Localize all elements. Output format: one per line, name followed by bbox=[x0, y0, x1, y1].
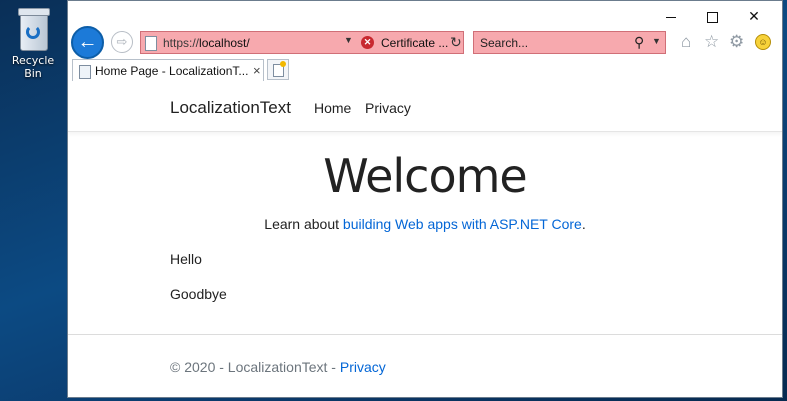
close-icon: ✕ bbox=[748, 8, 760, 24]
address-url[interactable]: https://localhost/ bbox=[163, 36, 250, 50]
footer-text: © 2020 - LocalizationText - bbox=[170, 359, 340, 375]
maximize-button[interactable] bbox=[694, 5, 730, 27]
certificate-error-label[interactable]: Certificate ... bbox=[381, 36, 448, 50]
minimize-button[interactable] bbox=[653, 5, 689, 27]
learn-prefix: Learn about bbox=[264, 216, 343, 232]
learn-suffix: . bbox=[581, 216, 586, 232]
new-tab-sparkle-icon bbox=[280, 61, 286, 67]
tab-strip: Home Page - LocalizationT... × bbox=[68, 59, 782, 81]
gear-icon[interactable]: ⚙ bbox=[729, 32, 744, 52]
tab-home-page[interactable]: Home Page - LocalizationT... × bbox=[72, 59, 264, 81]
browser-window: ✕ ← ⇨ https://localhost/ ▼ ✕ Certificate… bbox=[67, 0, 783, 398]
star-icon[interactable]: ☆ bbox=[704, 32, 719, 52]
recycle-bin-icon bbox=[16, 8, 50, 51]
site-navbar: LocalizationText Home Privacy bbox=[68, 81, 782, 132]
search-dropdown-icon[interactable]: ▼ bbox=[652, 36, 661, 46]
browser-navigation-bar: ← ⇨ https://localhost/ ▼ ✕ Certificate .… bbox=[68, 25, 782, 61]
goodbye-text: Goodbye bbox=[170, 286, 227, 302]
tab-close-icon[interactable]: × bbox=[253, 63, 261, 78]
footer-privacy-link[interactable]: Privacy bbox=[340, 359, 386, 375]
home-icon[interactable]: ⌂ bbox=[681, 32, 691, 52]
search-placeholder[interactable]: Search... bbox=[480, 36, 528, 50]
aspnet-docs-link[interactable]: building Web apps with ASP.NET Core bbox=[343, 216, 582, 232]
minimize-icon bbox=[666, 16, 676, 18]
page-content: LocalizationText Home Privacy Welcome Le… bbox=[68, 81, 782, 397]
back-button[interactable]: ← bbox=[71, 26, 104, 59]
page-icon bbox=[145, 36, 157, 51]
site-brand[interactable]: LocalizationText bbox=[170, 98, 291, 118]
forward-arrow-icon: ⇨ bbox=[116, 34, 128, 49]
maximize-icon bbox=[706, 11, 718, 23]
page-heading: Welcome bbox=[323, 149, 527, 203]
smiley-icon[interactable]: ☺ bbox=[755, 34, 771, 50]
back-arrow-icon: ← bbox=[77, 31, 98, 53]
hello-text: Hello bbox=[170, 251, 202, 267]
new-tab-button[interactable] bbox=[267, 59, 289, 80]
certificate-error-icon[interactable]: ✕ bbox=[361, 36, 374, 49]
nav-home-link[interactable]: Home bbox=[314, 100, 351, 116]
url-host: localhost/ bbox=[199, 36, 250, 50]
forward-button[interactable]: ⇨ bbox=[111, 31, 133, 53]
tab-title: Home Page - LocalizationT... bbox=[95, 64, 249, 78]
site-footer: © 2020 - LocalizationText - Privacy bbox=[170, 359, 386, 375]
learn-paragraph: Learn about building Web apps with ASP.N… bbox=[68, 216, 782, 232]
footer-divider bbox=[68, 334, 782, 335]
address-dropdown-icon[interactable]: ▼ bbox=[344, 35, 353, 45]
url-scheme: https:// bbox=[163, 36, 200, 50]
search-box[interactable]: Search... ⚲ ▼ bbox=[473, 31, 666, 54]
tab-favicon-icon bbox=[79, 65, 91, 79]
recycle-bin-shortcut[interactable]: Recycle Bin bbox=[2, 4, 64, 80]
close-window-button[interactable]: ✕ bbox=[736, 5, 772, 27]
search-icon[interactable]: ⚲ bbox=[634, 34, 644, 51]
nav-privacy-link[interactable]: Privacy bbox=[365, 100, 411, 116]
address-bar[interactable]: https://localhost/ ▼ ✕ Certificate ... ↻ bbox=[140, 31, 464, 54]
recycle-bin-label: Recycle Bin bbox=[11, 54, 55, 80]
refresh-icon[interactable]: ↻ bbox=[450, 34, 462, 51]
